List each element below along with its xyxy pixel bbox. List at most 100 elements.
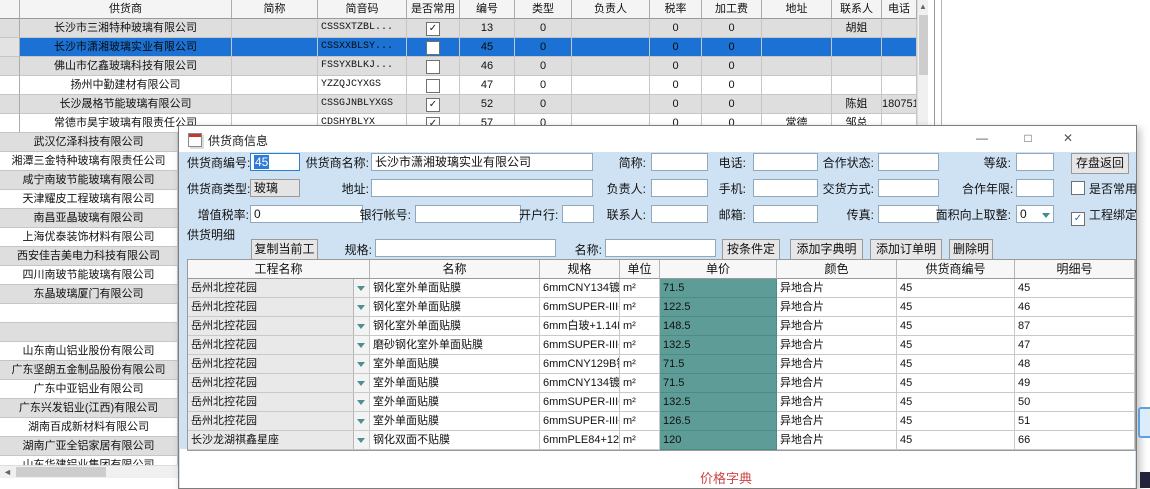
column-header[interactable]: 地址 [762,0,832,19]
table-row[interactable]: 山东南山铝业股份有限公司 [0,342,178,361]
table-row[interactable]: 广东坚朗五金制品股份有限公司 [0,361,178,380]
table-row[interactable]: 湖南广亚全铝家居有限公司 [0,437,178,456]
supply-detail-grid[interactable]: 工程名称名称规格单位单价颜色供货商编号明细号岳州北控花园钢化室外单面贴膜6mmC… [187,259,1136,451]
column-header[interactable]: 名称 [370,260,540,279]
chevron-down-icon[interactable] [353,317,369,335]
maximize-icon[interactable]: □ [1013,126,1043,152]
table-row[interactable]: 湖南百成新材料有限公司 [0,418,178,437]
checkbox-icon[interactable] [426,60,440,74]
field-address-input[interactable] [371,179,593,197]
checkbox-icon[interactable] [426,41,440,55]
table-row[interactable]: 咸宁南玻节能玻璃有限公司 [0,171,178,190]
chevron-down-icon[interactable] [1042,213,1050,218]
column-header[interactable]: 供货商 [20,0,232,19]
detail-grid-row[interactable]: 岳州北控花园室外单面贴膜6mmSUPER-III+12A(硅...m²126.5… [188,412,1135,431]
table-row[interactable]: 长沙晟格节能玻璃有限公司CSSGJNBLYXGS✓52000陈姐180751 [0,95,928,114]
supplier-table-left-rows[interactable]: 武汉亿泽科技有限公司湘潭三金特种玻璃有限责任公司咸宁南玻节能玻璃有限公司天津耀皮… [0,133,178,475]
minimize-icon[interactable]: — [967,126,997,152]
field-email-input[interactable] [753,205,818,223]
table-row[interactable]: 上海优泰装饰材料有限公司 [0,228,178,247]
field-coop-status-input[interactable] [878,153,939,171]
detail-grid-row[interactable]: 岳州北控花园钢化室外单面贴膜6mmSUPER-III+12A(硅...m²122… [188,298,1135,317]
chevron-down-icon[interactable] [353,412,369,430]
column-header[interactable]: 供货商编号 [897,260,1015,279]
horizontal-scroll-thumb[interactable] [16,467,106,477]
chevron-down-icon[interactable] [353,355,369,373]
column-header[interactable]: 加工费 [702,0,762,19]
chevron-down-icon[interactable] [353,336,369,354]
field-mobile-input[interactable] [753,179,818,197]
scroll-left-icon[interactable]: ◄ [0,466,15,478]
table-row[interactable]: 扬州中勤建材有限公司YZZQJCYXGS47000 [0,76,928,95]
column-header[interactable]: 单价 [660,260,777,279]
table-row[interactable]: 广东兴发铝业(江西)有限公司 [0,399,178,418]
table-row[interactable]: 长沙市三湘特种玻璃有限公司CSSSXTZBL...✓13000胡姐 [0,19,928,38]
scroll-up-icon[interactable]: ▲ [918,0,928,15]
save-return-button[interactable]: 存盘返回 [1071,153,1129,174]
table-row[interactable]: 湘潭三金特种玻璃有限责任公司 [0,152,178,171]
column-header[interactable]: 税率 [650,0,702,19]
field-vat-rate-input[interactable]: 0 [250,205,363,223]
table-row[interactable]: 佛山市亿鑫玻璃科技有限公司FSSYXBLKJ...46000 [0,57,928,76]
field-contact-input[interactable] [651,205,708,223]
field-coop-years-input[interactable] [1016,179,1054,197]
column-header[interactable]: 类型 [515,0,572,19]
field-grade-input[interactable] [1016,153,1054,171]
vertical-scroll-thumb[interactable] [919,15,928,75]
chevron-down-icon[interactable] [353,298,369,316]
column-header[interactable]: 是否常用 [407,0,460,19]
table-row[interactable]: 广东中亚铝业有限公司 [0,380,178,399]
field-phone-input[interactable] [753,153,818,171]
detail-grid-row[interactable]: 岳州北控花园室外单面贴膜6mmSUPER-III+12A(硅...m²132.5… [188,393,1135,412]
add-order-detail-button[interactable]: 添加订单明细 [870,239,942,260]
field-bank-branch-input[interactable] [562,205,594,223]
chevron-down-icon[interactable] [353,393,369,411]
chevron-down-icon[interactable] [353,431,369,449]
column-header[interactable]: 编号 [460,0,515,19]
chevron-down-icon[interactable] [353,279,369,297]
table-row[interactable]: 东晶玻璃厦门有限公司 [0,285,178,304]
dialog-titlebar[interactable]: 供货商信息 — □ ✕ [179,126,1136,152]
project-bind-checkbox[interactable]: ✓工程绑定 [1071,207,1137,225]
copy-current-project-button[interactable]: 复制当前工程 [251,239,318,260]
checkbox-icon[interactable] [426,79,440,93]
supplier-table-vertical-scrollbar[interactable]: ▲ [917,0,928,125]
detail-grid-row[interactable]: 长沙龙湖祺鑫星座钢化双面不贴膜6mmPLE84+12A(硅酮胶...m²120异… [188,431,1135,450]
name-filter-input[interactable] [605,239,716,257]
column-header[interactable]: 颜色 [777,260,897,279]
detail-grid-row[interactable]: 岳州北控花园钢化室外单面贴膜6mm白玻+1.14PVB+6mm...m²148.… [188,317,1135,336]
detail-grid-row[interactable]: 岳州北控花园钢化室外单面贴膜6mmCNY134镀膜钢化m²71.5异地合片454… [188,279,1135,298]
field-area-round-up-input[interactable]: 0 [1016,205,1054,223]
checkbox-checked-icon[interactable]: ✓ [426,22,440,36]
table-row[interactable]: 武汉亿泽科技有限公司 [0,133,178,152]
detail-grid-row[interactable]: 岳州北控花园室外单面贴膜6mmCNY129B镀膜钢化m²71.5异地合片4548 [188,355,1135,374]
field-bank-account-input[interactable] [415,205,521,223]
field-manager-input[interactable] [651,179,708,197]
supplier-table-horizontal-scrollbar[interactable]: ◄ [0,465,178,478]
column-header[interactable]: 简音码 [318,0,407,19]
delete-detail-button[interactable]: 删除明细 [949,239,993,260]
table-row[interactable]: 西安佳吉美电力科技有限公司 [0,247,178,266]
column-header[interactable]: 明细号 [1015,260,1135,279]
close-icon[interactable]: ✕ [1053,126,1083,152]
detail-grid-row[interactable]: 岳州北控花园室外单面贴膜6mmCNY134镀膜钢化m²71.5异地合片4549 [188,374,1135,393]
column-header[interactable]: 电话 [882,0,917,19]
chevron-down-icon[interactable] [353,374,369,392]
field-short-name-input[interactable] [651,153,708,171]
field-supplier-name-input[interactable]: 长沙市潇湘玻璃实业有限公司 [371,153,593,171]
column-header[interactable]: 简称 [232,0,318,19]
table-row[interactable] [0,323,178,342]
column-header[interactable]: 联系人 [832,0,882,19]
column-header[interactable]: 工程名称 [188,260,370,279]
common-use-checkbox[interactable]: 是否常用 [1071,181,1137,199]
locate-by-condition-button[interactable]: 按条件定位 [722,239,780,260]
field-supplier-type-input[interactable]: 玻璃 [250,179,300,197]
spec-filter-input[interactable] [375,239,556,257]
table-row[interactable]: 南昌亚晶玻璃有限公司 [0,209,178,228]
table-row[interactable]: 长沙市潇湘玻璃实业有限公司CSSXXBLSY...45000 [0,38,928,57]
table-row[interactable]: 天津耀皮工程玻璃有限公司 [0,190,178,209]
table-row[interactable]: 四川南玻节能玻璃有限公司 [0,266,178,285]
column-header[interactable]: 规格 [540,260,620,279]
checkbox-checked-icon[interactable]: ✓ [426,98,440,112]
table-row[interactable] [0,304,178,323]
